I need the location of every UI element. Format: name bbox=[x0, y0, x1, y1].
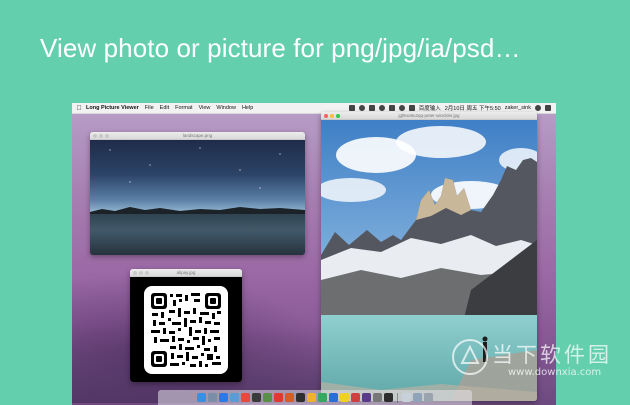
qr-card bbox=[144, 286, 228, 374]
trash-icon[interactable] bbox=[424, 393, 433, 402]
watermark-url: www.downxia.com bbox=[508, 367, 602, 378]
search-icon[interactable] bbox=[535, 105, 541, 111]
window-title: landscape.png bbox=[182, 133, 213, 138]
tray-battery-icon[interactable] bbox=[408, 105, 415, 111]
dock bbox=[158, 390, 472, 405]
notification-icon[interactable] bbox=[545, 105, 551, 111]
menu-app-name[interactable]: Long Picture Viewer bbox=[86, 105, 139, 111]
qr-image bbox=[130, 277, 242, 382]
menu-user[interactable]: zaker_sink bbox=[505, 105, 531, 111]
menu-clock[interactable]: 2月10日 周五 下午5:50 bbox=[445, 104, 501, 112]
input-method-label[interactable]: 百度输入 bbox=[419, 104, 441, 112]
site-watermark: 当下软件园 www.downxia.com bbox=[450, 337, 615, 395]
safari-icon[interactable] bbox=[230, 393, 239, 402]
app-icon-15[interactable] bbox=[351, 393, 360, 402]
tray-app-icon[interactable] bbox=[348, 105, 355, 111]
landscape-image bbox=[90, 140, 305, 255]
app-icon-8[interactable] bbox=[274, 393, 283, 402]
wechat-icon[interactable] bbox=[318, 393, 327, 402]
tray-chat-icon[interactable] bbox=[358, 105, 365, 111]
qr-code bbox=[151, 293, 221, 367]
window-titlebar[interactable]: alipay.jpg bbox=[130, 269, 242, 277]
window-titlebar[interactable]: landscape.png bbox=[90, 132, 305, 140]
menu-file[interactable]: File bbox=[145, 105, 154, 111]
app-icon-10[interactable] bbox=[296, 393, 305, 402]
window-titlebar[interactable]: jgl9oo8u2qq-peter-winckler.jpg bbox=[321, 112, 537, 120]
tray-bluetooth-icon[interactable] bbox=[388, 105, 395, 111]
lake-reflection bbox=[90, 214, 305, 255]
terminal-icon[interactable] bbox=[252, 393, 261, 402]
chrome-icon[interactable] bbox=[241, 393, 250, 402]
status-area: 百度输入 2月10日 周五 下午5:50 zaker_sink bbox=[348, 104, 556, 112]
app-icon-16[interactable] bbox=[362, 393, 371, 402]
app-icon-13[interactable] bbox=[329, 393, 338, 402]
window-title: jgl9oo8u2qq-peter-winckler.jpg bbox=[398, 113, 460, 118]
app-icon-18[interactable] bbox=[384, 393, 393, 402]
dock-separator bbox=[397, 392, 398, 403]
watermark-brand: 当下软件园 bbox=[492, 343, 612, 367]
apple-menu-icon[interactable]:  bbox=[72, 105, 86, 112]
tray-tool-icon[interactable] bbox=[368, 105, 375, 111]
menu-help[interactable]: Help bbox=[242, 105, 253, 111]
appstore-icon[interactable] bbox=[219, 393, 228, 402]
watermark-logo-icon bbox=[452, 339, 488, 375]
tray-wifi-icon[interactable] bbox=[398, 105, 405, 111]
app-icon-11[interactable] bbox=[307, 393, 316, 402]
app-icon-17[interactable] bbox=[373, 393, 382, 402]
menu-view[interactable]: View bbox=[199, 105, 211, 111]
landscape-window[interactable]: landscape.png bbox=[90, 132, 305, 255]
menu-window[interactable]: Window bbox=[216, 105, 236, 111]
document-icon[interactable] bbox=[402, 393, 411, 402]
starry-sky bbox=[90, 140, 305, 200]
folder-icon[interactable] bbox=[413, 393, 422, 402]
finder-icon[interactable] bbox=[197, 393, 206, 402]
qr-window[interactable]: alipay.jpg bbox=[130, 269, 242, 382]
window-title: alipay.jpg bbox=[176, 270, 196, 275]
tray-cloud-icon[interactable] bbox=[378, 105, 385, 111]
app-icon-14[interactable] bbox=[340, 393, 349, 402]
menu-edit[interactable]: Edit bbox=[160, 105, 169, 111]
menu-format[interactable]: Format bbox=[175, 105, 192, 111]
launchpad-icon[interactable] bbox=[208, 393, 217, 402]
app-icon-7[interactable] bbox=[263, 393, 272, 402]
app-icon-9[interactable] bbox=[285, 393, 294, 402]
headline: View photo or picture for png/jpg/ia/psd… bbox=[40, 33, 521, 63]
